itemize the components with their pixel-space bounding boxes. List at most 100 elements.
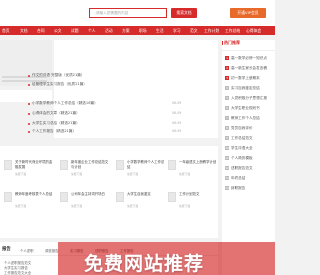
document-thumbnail-icon: [168, 160, 176, 170]
bullet-dot: [28, 123, 30, 125]
document-card[interactable]: 关于新时代商业环境的金融发展 免费下载: [4, 160, 54, 178]
rank-badge: 8: [225, 126, 229, 130]
card-title: 一年级语文上册教学计划: [179, 160, 217, 164]
sidebar-item[interactable]: 述职报告范文: [231, 166, 275, 171]
nav-item-work-summary[interactable]: 工作总结: [225, 26, 240, 35]
card-title: 小学数学教师个人工作总结: [127, 160, 165, 169]
nav-item-docs[interactable]: 文档: [20, 26, 28, 35]
nav-item-workplace[interactable]: 职场: [139, 26, 147, 35]
tab-survey[interactable]: 调查报告: [45, 248, 59, 253]
nav-item-documents[interactable]: 公文: [54, 26, 62, 35]
document-card[interactable]: 教师年度考核表个人总结 免费下载: [4, 192, 54, 210]
open-vip-button[interactable]: 开通VIP会员: [230, 8, 266, 18]
sidebar-item[interactable]: 学生评语大全: [231, 146, 275, 151]
card-title: 教师年度考核表个人总结: [15, 192, 53, 196]
card-title: 新年度企业工作总结范文与计划: [71, 160, 109, 169]
card-title: 公司年会主持词开场白: [71, 192, 105, 196]
document-card[interactable]: 新年度企业工作总结范文与计划 免费下载: [60, 160, 110, 178]
sidebar-title: 热门推荐: [224, 40, 240, 45]
sidebar-item[interactable]: 辞职报告: [231, 186, 275, 191]
sidebar-item[interactable]: 初一数学上册期末: [231, 76, 275, 81]
news-item[interactable]: 小学数学教师个人工作总结（精选16篇）: [32, 101, 98, 106]
document-thumbnail-icon: [168, 192, 176, 202]
news-date: 06-09: [172, 121, 182, 125]
title-accent: [222, 41, 223, 45]
sidebar-item[interactable]: 工作总结范文: [231, 136, 275, 141]
sidebar-item[interactable]: 实习自我鉴定总结: [231, 86, 275, 91]
report-item[interactable]: 工作报告范文大全: [4, 270, 31, 275]
bullet-dot: [28, 113, 30, 115]
rank-badge: 14: [225, 186, 229, 190]
rank-badge: 7: [225, 116, 229, 120]
document-thumbnail-icon: [4, 160, 12, 170]
card-title: 工作计划范文: [179, 192, 200, 196]
bullet-dot: [28, 131, 30, 133]
document-thumbnail-icon: [60, 160, 68, 170]
rank-badge: 12: [225, 166, 229, 170]
rank-badge: 2: [225, 66, 229, 70]
card-title: 关于新时代商业环境的金融发展: [15, 160, 53, 169]
nav-item-exams[interactable]: 试题: [71, 26, 79, 35]
news-item[interactable]: 心得体会的文章（精选21篇）: [32, 111, 80, 116]
hero-image[interactable]: [0, 40, 52, 86]
rank-badge: 3: [225, 76, 229, 80]
card-meta: 免费下载: [179, 172, 191, 176]
sidebar-item[interactable]: 党员自我评价: [231, 126, 275, 131]
card-meta: 免费下载: [71, 172, 83, 176]
sidebar-item[interactable]: 高一数学必修一知识点: [231, 56, 275, 61]
sidebar-item[interactable]: 个人简历模板: [231, 156, 275, 161]
card-meta: 免费下载: [15, 172, 27, 176]
news-item[interactable]: 给管理学生实习报告（优质21篇）: [32, 82, 87, 87]
card-title: 大学生自我鉴定: [127, 192, 151, 196]
document-card[interactable]: 一年级语文上册教学计划 免费下载: [168, 160, 218, 178]
document-card[interactable]: 公司年会主持词开场白 免费下载: [60, 192, 110, 210]
document-card[interactable]: 工作计划范文 免费下载: [168, 192, 218, 210]
news-date: 06-09: [172, 111, 182, 115]
rank-badge: 4: [225, 86, 229, 90]
document-thumbnail-icon: [60, 192, 68, 202]
rank-badge: 9: [225, 136, 229, 140]
promo-banner-text[interactable]: 免费网站推荐: [84, 249, 204, 275]
nav-item-activity[interactable]: 活动: [105, 26, 113, 35]
nav-item-study[interactable]: 学习: [173, 26, 181, 35]
card-meta: 免费下载: [127, 172, 139, 176]
rank-badge: 6: [225, 106, 229, 110]
news-item[interactable]: 作文的评语 完整版（优质21篇）: [32, 73, 84, 78]
news-date: 06-09: [172, 101, 182, 105]
tab-personal[interactable]: 个人述职: [20, 248, 34, 253]
site-header: 请输入您需要的内容 搜索文档 开通VIP会员: [0, 0, 275, 26]
sidebar-item[interactable]: 大学生职业规划书: [231, 106, 275, 111]
search-input[interactable]: 请输入您需要的内容: [89, 8, 167, 18]
nav-item-work-plan[interactable]: 工作计划: [204, 26, 219, 35]
document-thumbnail-icon: [4, 192, 12, 202]
sidebar-item[interactable]: 高一新生家长会发言稿: [231, 66, 275, 71]
nav-item-home[interactable]: 首页: [2, 26, 10, 35]
document-card[interactable]: 小学数学教师个人工作总结 免费下载: [116, 160, 166, 178]
sidebar-item[interactable]: 入党积极分子思想汇报: [231, 96, 275, 101]
rank-badge: 10: [225, 146, 229, 150]
main-nav: 首页 文档 合同 公文 试题 个人 活动 方案 职场 生活 学习 范文 工作计划…: [0, 26, 275, 35]
news-item[interactable]: 个人工作报告（精选21篇）: [32, 129, 76, 134]
document-thumbnail-icon: [116, 160, 124, 170]
nav-item-plans[interactable]: 方案: [122, 26, 130, 35]
nav-item-personal[interactable]: 个人: [88, 26, 96, 35]
sidebar-item[interactable]: 年终总结: [231, 176, 275, 181]
nav-item-samples[interactable]: 范文: [190, 26, 198, 35]
news-date: 06-09: [172, 129, 182, 133]
bullet-dot: [28, 84, 30, 86]
rank-badge: 5: [225, 96, 229, 100]
rank-badge: 1: [225, 56, 229, 60]
divider: [222, 50, 275, 51]
document-card[interactable]: 大学生自我鉴定 免费下载: [116, 192, 166, 210]
news-item[interactable]: 大学生实习总结（精选21篇）: [32, 121, 80, 126]
section-title: 报告: [2, 247, 11, 252]
card-meta: 免费下载: [179, 204, 191, 208]
nav-item-contracts[interactable]: 合同: [37, 26, 45, 35]
card-meta: 免费下载: [71, 204, 83, 208]
nav-item-reflections[interactable]: 心得体会: [246, 26, 261, 35]
search-button[interactable]: 搜索文档: [171, 8, 197, 18]
card-meta: 免费下载: [127, 204, 139, 208]
nav-item-life[interactable]: 生活: [156, 26, 164, 35]
sidebar-item[interactable]: 教师工作个人总结: [231, 116, 275, 121]
rank-badge: 13: [225, 176, 229, 180]
